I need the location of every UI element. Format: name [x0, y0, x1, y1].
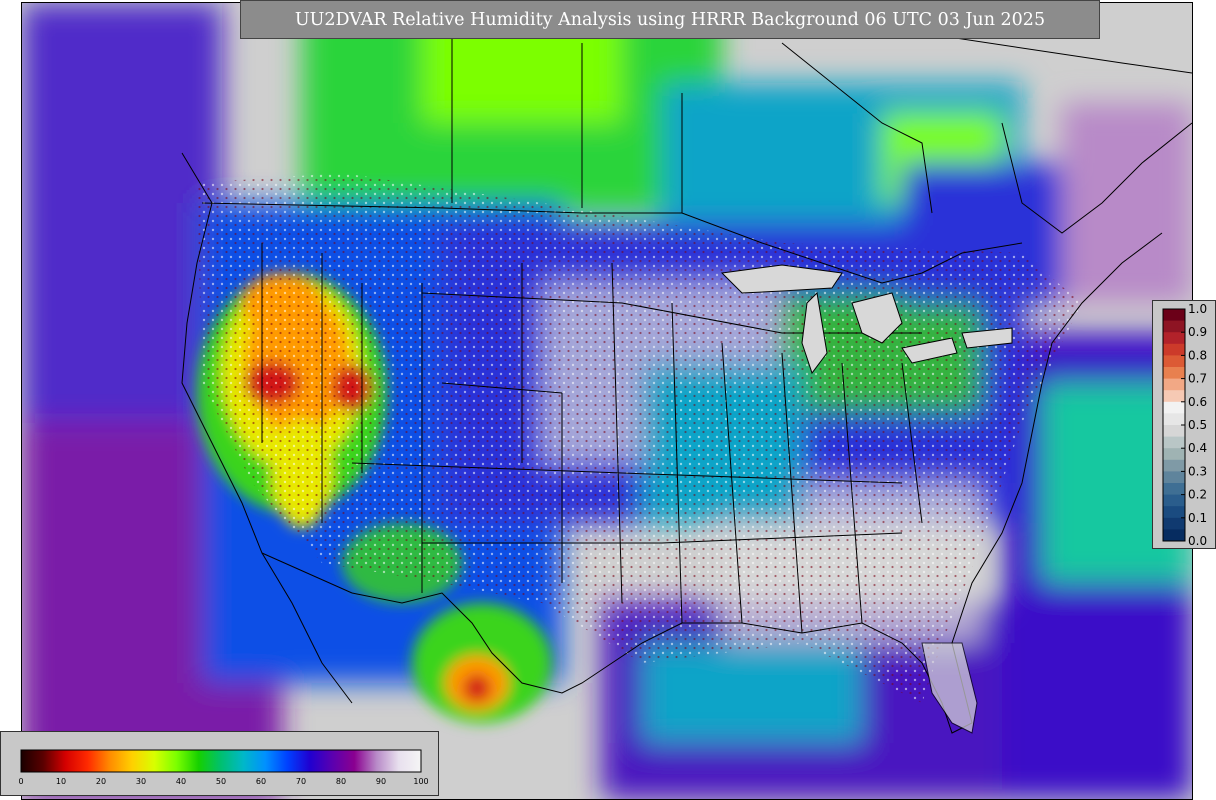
ratio-tick-label: 0.2: [1188, 488, 1207, 502]
rh-tick-label: 50: [216, 777, 226, 786]
map-panel: [21, 2, 1193, 800]
rh-tick-label: 90: [376, 777, 386, 786]
ratio-colorbar-band: [1163, 309, 1185, 322]
ratio-colorbar-band: [1163, 436, 1185, 449]
ratio-colorbar-band: [1163, 448, 1185, 461]
ratio-colorbar-band: [1163, 378, 1185, 391]
ratio-colorbar-band: [1163, 459, 1185, 472]
rh-tick-label: 10: [56, 777, 66, 786]
ratio-tick-label: 0.4: [1188, 441, 1207, 455]
ratio-colorbar: 1.0 0.9 0.8 0.7 0.6 0.5 0.4 0.3 0.2 0.1 0.0: [1152, 300, 1216, 549]
ratio-colorbar-graphic: 1.0 0.9 0.8 0.7 0.6 0.5 0.4 0.3 0.2 0.1 0.0: [1162, 302, 1207, 548]
rh-tick-label: 80: [336, 777, 346, 786]
ratio-colorbar-band: [1163, 332, 1185, 345]
ratio-colorbar-band: [1163, 367, 1185, 380]
ratio-colorbar-band: [1163, 343, 1185, 356]
ratio-tick-label: 0.1: [1188, 511, 1207, 525]
ratio-tick-label: 0.3: [1188, 464, 1207, 478]
rh-colorbar-ticks: 0 10 20 30 40 50 60 70 80 90 100: [18, 777, 428, 786]
ratio-tick-label: 0.0: [1188, 534, 1207, 548]
ratio-colorbar-band: [1163, 494, 1185, 507]
rh-colorbar-graphic: 0 10 20 30 40 50 60 70 80 90 100: [18, 749, 429, 786]
rh-analysis-map: [22, 3, 1192, 799]
ratio-tick-label: 0.6: [1188, 395, 1207, 409]
ratio-colorbar-band: [1163, 425, 1185, 438]
ratio-colorbar-band: [1163, 401, 1185, 414]
ratio-tick-label: 0.8: [1188, 348, 1207, 362]
rh-tick-label: 100: [413, 777, 428, 786]
ratio-tick-label: 1.0: [1188, 302, 1207, 316]
map-title-box: UU2DVAR Relative Humidity Analysis using…: [240, 0, 1100, 39]
ratio-colorbar-band: [1163, 355, 1185, 368]
ratio-tick-label: 0.9: [1188, 325, 1207, 339]
ratio-colorbar-band: [1163, 506, 1185, 519]
rh-colorbar-gradient: [20, 749, 422, 773]
ratio-colorbar-band: [1163, 529, 1185, 542]
ratio-tick-label: 0.5: [1188, 418, 1207, 432]
ratio-colorbar-band: [1163, 517, 1185, 530]
rh-tick-label: 40: [176, 777, 186, 786]
rh-tick-label: 70: [296, 777, 306, 786]
rh-tick-label: 20: [96, 777, 106, 786]
rh-tick-label: 60: [256, 777, 266, 786]
map-title: UU2DVAR Relative Humidity Analysis using…: [294, 9, 1046, 30]
ratio-colorbar-band: [1163, 483, 1185, 496]
ratio-colorbar-band: [1163, 471, 1185, 484]
ratio-colorbar-band: [1163, 390, 1185, 403]
rh-tick-label: 0: [18, 777, 23, 786]
ratio-colorbar-band: [1163, 413, 1185, 426]
ratio-colorbar-band: [1163, 320, 1185, 333]
rh-colorbar: 0 10 20 30 40 50 60 70 80 90 100: [0, 731, 439, 796]
ratio-tick-label: 0.7: [1188, 372, 1207, 386]
rh-tick-label: 30: [136, 777, 146, 786]
